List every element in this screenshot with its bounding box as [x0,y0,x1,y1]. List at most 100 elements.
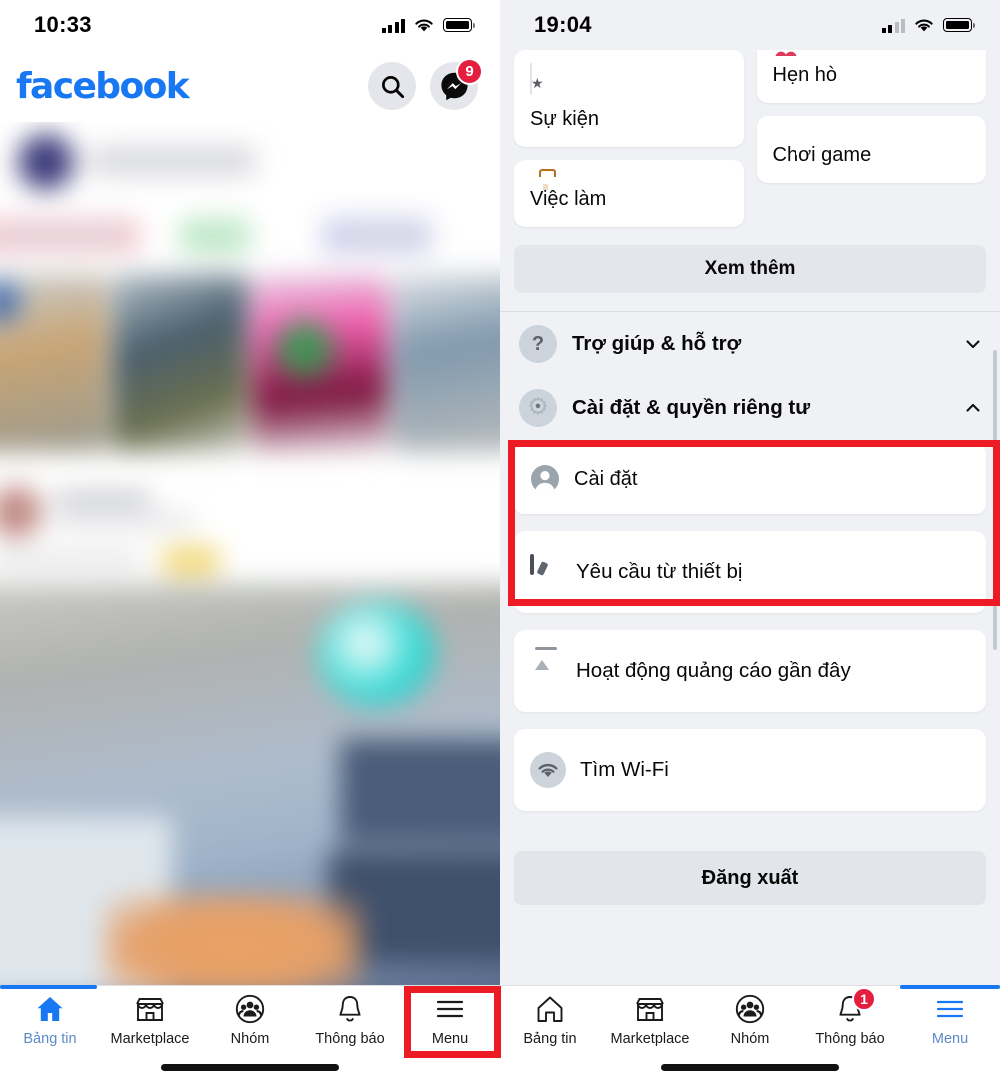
shortcut-label: Sự kiện [530,108,599,130]
post-photo-placeholder [0,584,500,985]
messenger-badge: 9 [456,58,483,85]
left-phone-screen: 10:33 facebook 9 Bảng tin Marketplace Nh… [0,0,500,1083]
accordion-label: Cài đặt & quyền riêng tư [572,396,811,419]
tab-list: Bảng tin Marketplace [500,986,1000,1060]
shortcuts-grid: Sự kiện Việc làm Hẹn hò [500,50,1000,227]
tab-label: Thông báo [815,1031,885,1047]
menu-item-label: Cài đặt [574,467,638,490]
accordion-cai-dat-quyen-rieng-tu[interactable]: Cài đặt & quyền riêng tư [500,376,1000,440]
bottom-tab-bar-right: Bảng tin Marketplace Nhóm 1 Thông báo Me… [500,985,1000,1083]
shortcuts-right-column: Hẹn hò Chơi game [756,50,986,227]
search-button[interactable] [368,62,416,110]
menu-scroll-area[interactable]: Sự kiện Việc làm Hẹn hò [500,50,1000,985]
home-icon [34,992,66,1026]
wifi-circle-icon [530,752,566,788]
status-bar-left: 10:33 [0,0,500,50]
feed-blur-layer [0,122,500,985]
shortcut-card-viec-lam[interactable]: Việc làm [514,160,744,227]
menu-item-label: Hoạt động quảng cáo gần đây [576,659,851,682]
home-indicator [161,1064,339,1071]
stories-row [0,274,500,452]
dual-screenshot: 10:33 facebook 9 Bảng tin Marketplace Nh… [0,0,1000,1083]
home-icon [534,992,566,1026]
tab-bang-tin[interactable]: Bảng tin [500,992,600,1060]
storefront-icon [634,992,666,1026]
tab-bang-tin[interactable]: Bảng tin [0,992,100,1060]
status-time: 10:33 [34,12,92,37]
shortcut-label: Hẹn hò [772,64,838,86]
menu-item-cai-dat[interactable]: Cài đặt [514,444,986,514]
header-actions: 9 [368,58,483,110]
accordion-label: Trợ giúp & hỗ trợ [572,332,742,355]
tab-label: Marketplace [610,1031,690,1047]
tab-label: Bảng tin [523,1031,577,1047]
search-icon [381,75,404,98]
tab-label: Nhóm [730,1031,770,1047]
gear-icon [519,389,557,427]
tab-label: Marketplace [110,1031,190,1047]
right-phone-screen: 19:04 Sự kiện [500,0,1000,1083]
status-bar-right: 19:04 [500,0,1000,50]
post-header-placeholder [0,464,500,584]
chevron-down-icon [966,340,980,349]
cellular-bars-icon [881,18,905,33]
status-icons [881,18,976,33]
tab-label: Thông báo [315,1031,385,1047]
tab-marketplace[interactable]: Marketplace [600,992,700,1060]
tab-thong-bao[interactable]: 1 Thông báo [800,987,900,1060]
shortcuts-left-column: Sự kiện Việc làm [514,50,744,227]
status-icons [381,18,476,33]
wifi-icon [415,19,433,31]
active-tab-indicator [900,985,1000,989]
tab-label: Menu [931,1031,969,1047]
battery-icon [443,18,476,32]
chevron-up-icon [966,403,980,412]
tab-label: Nhóm [230,1031,270,1047]
menu-item-hoat-dong-quang-cao-gan-day[interactable]: Hoạt động quảng cáo gần đây [514,630,986,712]
hamburger-icon [435,992,465,1026]
feed-chips-row [0,210,500,268]
facebook-header: facebook 9 [0,50,500,122]
groups-icon [734,992,766,1026]
groups-icon [234,992,266,1026]
cellular-bars-icon [381,18,405,33]
bell-icon [335,992,365,1026]
tab-label: Menu [431,1031,469,1047]
status-time: 19:04 [534,12,592,37]
tab-label: Bảng tin [23,1031,77,1047]
battery-icon [943,18,976,32]
vertical-scrollbar[interactable] [993,350,997,650]
shortcut-card-choi-game[interactable]: Chơi game [756,116,986,183]
home-indicator [661,1064,839,1071]
calendar-star-icon [530,63,728,95]
tab-thong-bao[interactable]: Thông báo [300,992,400,1060]
tab-menu[interactable]: Menu [400,992,500,1060]
tab-nhom[interactable]: Nhóm [700,992,800,1060]
facebook-logo: facebook [16,65,190,107]
active-tab-indicator [0,985,97,989]
accordion-tro-giup-ho-tro[interactable]: ? Trợ giúp & hỗ trợ [500,312,1000,376]
messenger-button[interactable]: 9 [430,58,483,110]
menu-item-label: Tìm Wi-Fi [580,758,669,781]
wifi-icon [915,19,933,31]
shortcut-card-hen-ho[interactable]: Hẹn hò [756,50,986,103]
tab-menu[interactable]: Menu [900,992,1000,1060]
question-circle-icon: ? [519,325,557,363]
heart-icon [773,50,971,56]
ad-activity-icon [530,655,562,687]
tab-nhom[interactable]: Nhóm [200,992,300,1060]
notification-badge: 1 [852,987,876,1011]
see-more-button[interactable]: Xem thêm [514,245,986,293]
logout-button[interactable]: Đăng xuất [514,851,986,905]
news-feed-blurred[interactable] [0,122,500,985]
tab-marketplace[interactable]: Marketplace [100,992,200,1060]
storefront-icon [134,992,166,1026]
composer-input-placeholder [88,146,258,176]
avatar [18,134,74,190]
bottom-tab-bar-left: Bảng tin Marketplace Nhóm Thông báo Menu [0,985,500,1083]
shortcut-card-su-kien[interactable]: Sự kiện [514,50,744,147]
device-key-icon [530,554,562,588]
bell-icon: 1 [835,987,876,1026]
menu-item-yeu-cau-tu-thiet-bi[interactable]: Yêu cầu từ thiết bị [514,531,986,613]
menu-item-tim-wifi[interactable]: Tìm Wi-Fi [514,729,986,811]
